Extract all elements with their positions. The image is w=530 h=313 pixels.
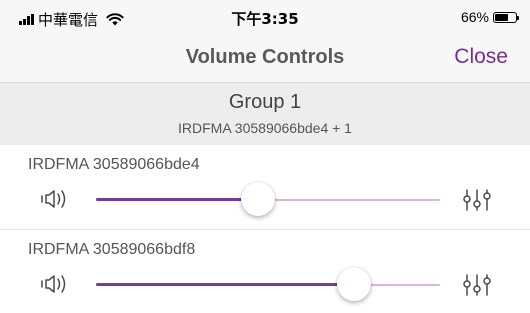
device-name: IRDFMA 30589066bde4	[28, 156, 200, 173]
device-name: IRDFMA 30589066bdf8	[28, 241, 196, 258]
volume-slider[interactable]	[96, 265, 440, 305]
device-row: IRDFMA 30589066bde4	[0, 145, 530, 229]
status-right: 66%	[460, 9, 519, 25]
battery-icon	[493, 11, 519, 23]
page-title: Volume Controls	[185, 46, 345, 68]
group-title: Group 1	[228, 91, 302, 113]
slider-fill	[96, 198, 258, 201]
volume-slider[interactable]	[96, 180, 440, 220]
slider-thumb[interactable]	[241, 182, 275, 216]
group-subtitle: IRDFMA 30589066bde4 + 1	[178, 120, 352, 136]
device-row: IRDFMA 30589066bdf8	[0, 229, 530, 313]
nav-bar: Volume Controls Close	[0, 34, 530, 83]
slider-thumb[interactable]	[337, 267, 371, 301]
group-header: Group 1 IRDFMA 30589066bde4 + 1	[0, 83, 530, 145]
battery-percent: 66%	[460, 9, 489, 25]
equalizer-icon[interactable]	[462, 188, 492, 212]
speaker-icon[interactable]	[40, 188, 68, 210]
status-bar: 中華電信 下午3:35 66%	[0, 0, 530, 34]
speaker-icon[interactable]	[40, 273, 68, 295]
slider-fill	[96, 283, 354, 286]
status-time: 下午3:35	[231, 10, 299, 28]
close-button[interactable]: Close	[454, 45, 508, 69]
equalizer-icon[interactable]	[462, 273, 492, 297]
